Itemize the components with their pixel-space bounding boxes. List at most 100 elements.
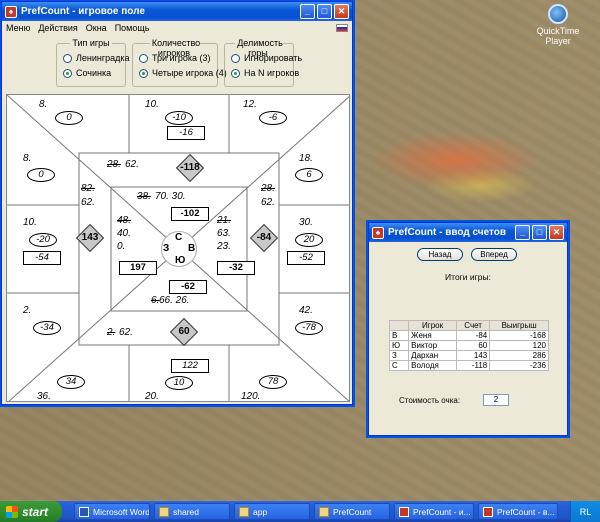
score-body: Назад Вперед Итоги игры: Игрок Счет Выиг… xyxy=(369,242,567,436)
right-mid-ellipse: 20 xyxy=(295,233,323,247)
bottom-mid-number: 20. xyxy=(145,391,159,402)
divisibility-option-n-players[interactable]: На N игроков xyxy=(231,68,299,78)
top-left-number: 8. xyxy=(39,99,48,110)
task-app[interactable]: app xyxy=(234,503,310,520)
main-title-bar[interactable]: ♠ PrefCount - игровое поле _ □ ✕ xyxy=(2,2,352,21)
menu-item-windows[interactable]: Окна xyxy=(86,23,107,33)
score-title-bar[interactable]: ♠ PrefCount - ввод счетов _ □ ✕ xyxy=(369,223,567,242)
inner-west-crossed: 48. xyxy=(117,215,131,226)
top-right-number: 12. xyxy=(243,99,257,110)
top-mid-number: 10. xyxy=(145,99,159,110)
mountain-divisibility-group: Делимость горы Игнорировать На N игроков xyxy=(224,38,302,87)
bottom-mid-rect: 122 xyxy=(171,359,209,373)
west-pool-diamond: 143 xyxy=(75,223,105,253)
maximize-button[interactable]: □ xyxy=(317,4,332,19)
divisibility-option-ignore[interactable]: Игнорировать xyxy=(231,53,302,63)
bottom-left-ellipse: 34 xyxy=(57,375,85,389)
top-mid-rect: -16 xyxy=(167,126,205,140)
back-button[interactable]: Назад xyxy=(417,248,463,261)
left-bottom-number: 2. xyxy=(23,305,32,316)
close-button[interactable]: ✕ xyxy=(334,4,349,19)
prefcount-app-icon xyxy=(483,506,493,517)
language-indicator[interactable]: RL xyxy=(570,501,600,522)
task-prefcount-score[interactable]: PrefCount - в... xyxy=(478,503,558,520)
task-prefcount-folder[interactable]: PrefCount xyxy=(314,503,390,520)
inner-south-rect: -62 xyxy=(169,280,207,294)
folder-icon xyxy=(319,506,329,517)
north-pool-crossed: 28. xyxy=(107,159,121,170)
game-type-option-leningradka[interactable]: Ленинградка xyxy=(63,53,130,63)
bottom-right-ellipse: 78 xyxy=(259,375,287,389)
table-row[interactable]: З Дархан 143 286 xyxy=(388,350,549,361)
inner-east-line2: 63. xyxy=(217,228,231,239)
south-pool-diamond: 60 xyxy=(169,317,199,347)
top-mid-ellipse: -10 xyxy=(165,111,193,125)
east-pool-diamond: -84 xyxy=(249,223,279,253)
radio-icon xyxy=(139,53,148,63)
menu-item-menu[interactable]: Меню xyxy=(6,23,30,33)
bottom-left-number: 36. xyxy=(37,391,51,402)
right-mid-rect: -52 xyxy=(287,251,325,265)
east-pool-crossed: 28. xyxy=(261,183,275,194)
game-type-option-sochinka[interactable]: Сочинка xyxy=(63,68,111,78)
start-button[interactable]: start xyxy=(0,501,62,522)
cost-input[interactable]: 2 xyxy=(483,394,509,406)
windows-logo-icon xyxy=(6,505,18,518)
right-top-ellipse: 6 xyxy=(295,168,323,182)
game-board: 8. 0 10. -10 -16 12. -6 8. 0 10. -20 -54… xyxy=(6,94,350,402)
score-window-title: PrefCount - ввод счетов xyxy=(388,227,507,238)
table-row[interactable]: В Женя -84 -168 xyxy=(388,330,549,341)
folder-icon xyxy=(239,506,249,517)
west-pool-value: 62. xyxy=(81,197,95,208)
left-top-ellipse: 0 xyxy=(27,168,55,182)
table-row[interactable]: С Володя -118 -236 xyxy=(388,360,549,371)
cost-label: Стоимость очка: xyxy=(399,396,461,405)
players-option-four[interactable]: Четыре игрока (4) xyxy=(139,68,227,78)
task-prefcount-game-field[interactable]: PrefCount - и... xyxy=(394,503,474,520)
folder-icon xyxy=(159,506,169,517)
direction-north: С xyxy=(175,232,183,243)
game-type-title: Тип игры xyxy=(70,38,112,48)
menu-item-actions[interactable]: Действия xyxy=(38,23,77,33)
task-microsoft-word[interactable]: Microsoft Word xyxy=(74,503,150,520)
inner-north-rect: -102 xyxy=(171,207,209,221)
quicktime-icon xyxy=(548,4,568,24)
south-pool-value: 62. xyxy=(119,327,133,338)
russian-flag-icon[interactable] xyxy=(336,24,348,32)
top-right-ellipse: -6 xyxy=(259,111,287,125)
bottom-mid-ellipse: 10 xyxy=(165,376,193,390)
task-shared[interactable]: shared xyxy=(154,503,230,520)
minimize-button[interactable]: _ xyxy=(515,225,530,240)
inner-south-value: 66. 26. xyxy=(159,295,190,306)
right-top-number: 18. xyxy=(299,153,313,164)
inner-west-line2: 40. xyxy=(117,228,131,239)
players-count-group: Количество игроков Три игрока (3) Четыре… xyxy=(132,38,227,87)
minimize-button[interactable]: _ xyxy=(300,4,315,19)
maximize-button[interactable]: □ xyxy=(532,225,547,240)
bottom-right-number: 120. xyxy=(241,391,261,402)
top-left-ellipse: 0 xyxy=(55,111,83,125)
table-row[interactable]: Ю Виктор 60 120 xyxy=(388,340,549,351)
left-mid-rect: -54 xyxy=(23,251,61,265)
players-option-three[interactable]: Три игрока (3) xyxy=(139,53,211,63)
game-field-window: ♠ PrefCount - игровое поле _ □ ✕ Меню Де… xyxy=(1,1,353,405)
left-mid-ellipse: -20 xyxy=(29,233,57,247)
radio-icon xyxy=(63,53,72,63)
quicktime-desktop-icon[interactable]: QuickTime Player xyxy=(534,4,582,46)
table-header-row: Игрок Счет Выигрыш xyxy=(388,320,549,331)
south-pool-crossed: 2. xyxy=(107,327,116,338)
west-pool-crossed: 82. xyxy=(81,183,95,194)
radio-selected-icon xyxy=(139,68,148,78)
inner-east-rect: -32 xyxy=(217,261,255,275)
inner-east-line3: 23. xyxy=(217,241,231,252)
prefcount-app-icon: ♠ xyxy=(5,5,17,18)
prefcount-app-icon xyxy=(399,506,409,517)
options-panel: Тип игры Ленинградка Сочинка Количество … xyxy=(2,35,352,92)
prefcount-app-icon: ♠ xyxy=(372,226,384,239)
forward-button[interactable]: Вперед xyxy=(471,248,517,261)
menu-item-help[interactable]: Помощь xyxy=(115,23,150,33)
close-button[interactable]: ✕ xyxy=(549,225,564,240)
radio-selected-icon xyxy=(63,68,72,78)
radio-icon xyxy=(231,53,240,63)
inner-north-value: 70. 30. xyxy=(155,191,186,202)
